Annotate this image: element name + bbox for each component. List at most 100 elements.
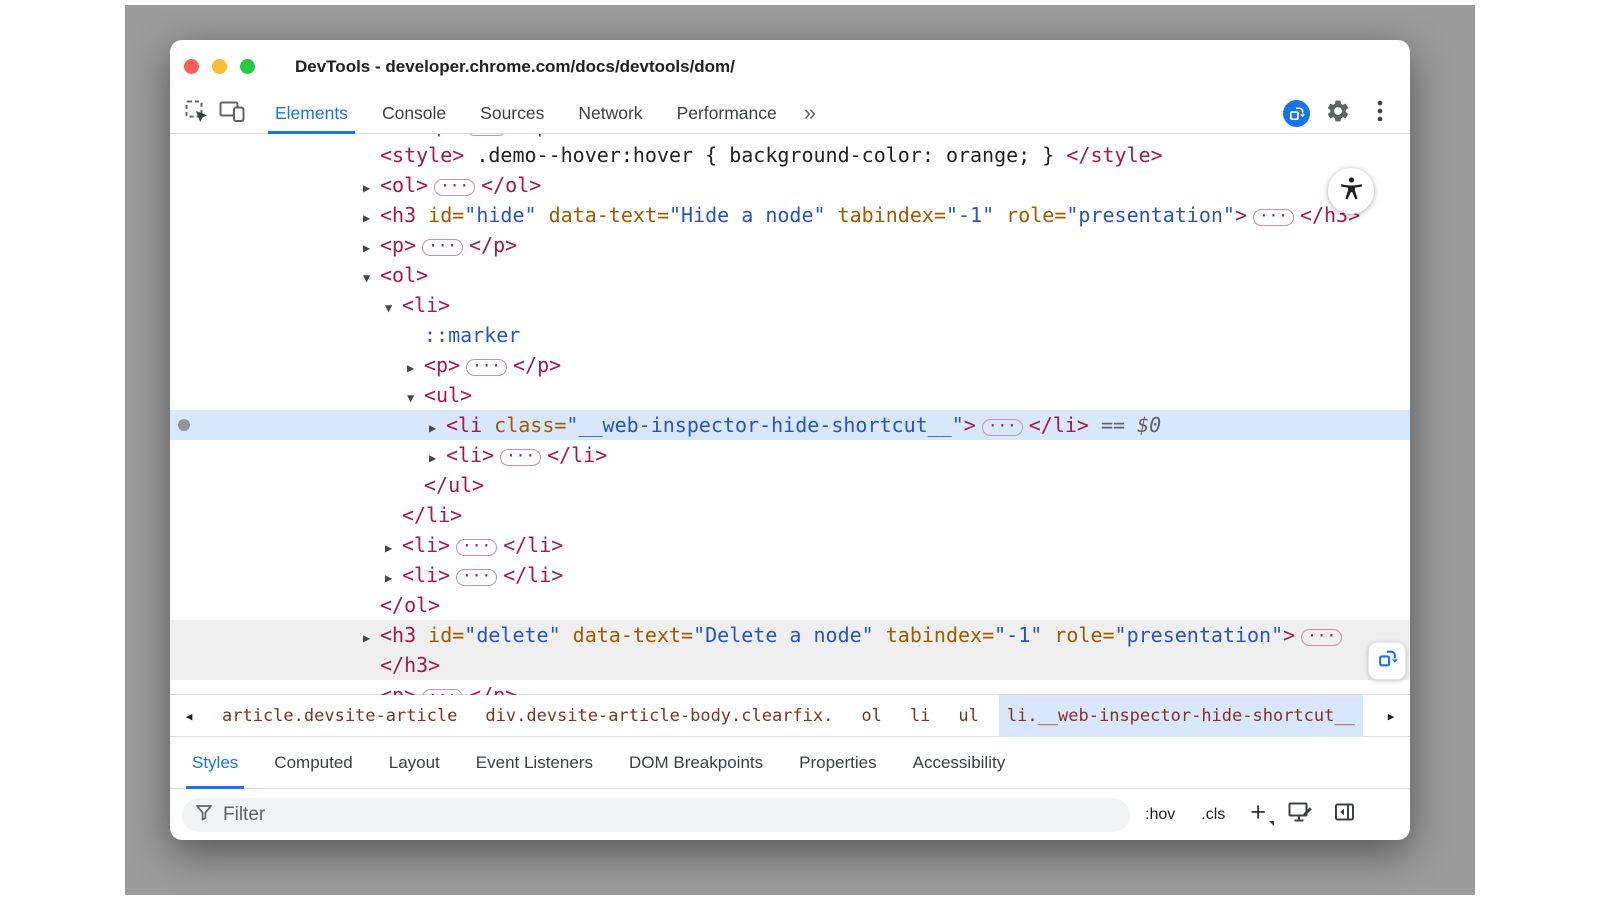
code-token: .demo--hover:hover { background-color: o… xyxy=(464,143,1066,167)
dom-tree-row[interactable]: ▼<li> xyxy=(170,290,1410,320)
dom-tree-row[interactable]: ▶<li>···</li> xyxy=(170,440,1410,470)
dom-tree-row[interactable]: </ol> xyxy=(170,590,1410,620)
ellipsis-icon[interactable]: ··· xyxy=(982,419,1023,436)
dom-tree-row[interactable]: </ul> xyxy=(170,470,1410,500)
disclosure-right-icon[interactable]: ▶ xyxy=(363,173,380,203)
close-button[interactable] xyxy=(184,59,199,74)
tab-event-listeners[interactable]: Event Listeners xyxy=(458,737,611,789)
rendering-emulation-button[interactable] xyxy=(1280,797,1320,833)
breadcrumb-item[interactable]: li.__web-inspector-hide-shortcut__ xyxy=(999,695,1363,737)
toggle-sidebar-button[interactable] xyxy=(1324,797,1364,833)
inspect-element-button[interactable] xyxy=(178,95,214,131)
scroll-into-view-fab[interactable] xyxy=(1368,642,1406,680)
settings-button[interactable] xyxy=(1320,95,1356,131)
disclosure-right-icon[interactable]: ▶ xyxy=(429,443,446,473)
disclosure-down-icon[interactable]: ▼ xyxy=(385,293,402,323)
ellipsis-icon[interactable]: ··· xyxy=(466,359,507,376)
indent-spacer xyxy=(170,401,407,402)
panel-tab-network[interactable]: Network xyxy=(561,92,659,134)
ellipsis-icon[interactable]: ··· xyxy=(1301,629,1342,646)
accessibility-person-icon xyxy=(1338,175,1365,207)
code-token: <li> xyxy=(402,533,450,557)
breadcrumb-scroll-right[interactable]: ▶ xyxy=(1372,695,1410,737)
dom-tree-row[interactable]: ▶<li>···</li> xyxy=(170,530,1410,560)
breadcrumb-item[interactable]: li xyxy=(902,695,938,737)
device-toolbar-button[interactable] xyxy=(214,95,250,131)
disclosure-down-icon[interactable]: ▼ xyxy=(363,263,380,293)
capture-arrow-icon xyxy=(1283,100,1310,127)
dom-tree-row[interactable]: ▶<p>···</p> xyxy=(170,230,1410,260)
ellipsis-icon[interactable]: ··· xyxy=(456,539,497,556)
window-title: DevTools - developer.chrome.com/docs/dev… xyxy=(295,40,735,94)
toggle-element-state-button[interactable]: :hov xyxy=(1134,806,1186,824)
element-classes-button[interactable]: .cls xyxy=(1190,806,1236,824)
tab-dom-breakpoints[interactable]: DOM Breakpoints xyxy=(611,737,781,789)
dom-tree-row[interactable]: ▶<h3 id="delete" data-text="Delete a nod… xyxy=(170,620,1410,650)
ellipsis-icon[interactable]: ··· xyxy=(456,569,497,586)
disclosure-right-icon[interactable]: ▶ xyxy=(363,233,380,263)
dom-tree-row[interactable]: ▶<p>···</p> xyxy=(170,680,1410,695)
tab-layout[interactable]: Layout xyxy=(371,737,458,789)
accessibility-fab[interactable] xyxy=(1328,168,1374,214)
dom-tree-row[interactable]: ▼<ol> xyxy=(170,260,1410,290)
disclosure-right-icon[interactable]: ▶ xyxy=(363,623,380,653)
tab-properties[interactable]: Properties xyxy=(781,737,894,789)
ellipsis-icon[interactable]: ··· xyxy=(466,134,507,136)
dom-tree-row[interactable]: ▼<ul> xyxy=(170,380,1410,410)
code-token: </ol> xyxy=(380,593,440,617)
zoom-button[interactable] xyxy=(240,59,255,74)
dom-tree-row[interactable]: </h3> xyxy=(170,650,1410,680)
ellipsis-icon[interactable]: ··· xyxy=(500,449,541,466)
panel-tab-console[interactable]: Console xyxy=(365,92,463,134)
code-token: > xyxy=(1235,203,1247,227)
indent-spacer xyxy=(170,461,429,462)
breadcrumb-item[interactable]: ul xyxy=(950,695,986,737)
dom-tree-row[interactable]: </li> xyxy=(170,500,1410,530)
ellipsis-icon[interactable]: ··· xyxy=(434,179,475,196)
disclosure-right-icon[interactable]: ▶ xyxy=(429,413,446,443)
panel-tabs: ElementsConsoleSourcesNetworkPerformance xyxy=(258,92,794,134)
dom-tree-row[interactable]: ▶<li>···</li> xyxy=(170,560,1410,590)
code-token: == $0 xyxy=(1089,413,1161,437)
panel-tab-performance[interactable]: Performance xyxy=(660,92,794,134)
panel-tab-sources[interactable]: Sources xyxy=(463,92,561,134)
dom-tree-row[interactable]: ▶<h3 id="hide" data-text="Hide a node" t… xyxy=(170,200,1410,230)
dom-tree-row[interactable]: <style> .demo--hover:hover { background-… xyxy=(170,140,1410,170)
dom-tree-row[interactable]: ▶<ol>···</ol> xyxy=(170,170,1410,200)
filter-input[interactable] xyxy=(223,804,1118,826)
tab-computed[interactable]: Computed xyxy=(256,737,370,789)
minimize-button[interactable] xyxy=(212,59,227,74)
dom-tree-row[interactable]: ▶<p>···</p> xyxy=(170,350,1410,380)
disclosure-right-icon[interactable]: ▶ xyxy=(407,353,424,383)
disclosure-down-icon[interactable]: ▼ xyxy=(407,383,424,413)
code-token: <li> xyxy=(402,563,450,587)
indent-spacer xyxy=(170,371,407,372)
tab-accessibility[interactable]: Accessibility xyxy=(895,737,1024,789)
tab-styles[interactable]: Styles xyxy=(174,737,256,789)
device-posture-button[interactable] xyxy=(1278,95,1314,131)
breadcrumb-item[interactable]: div.devsite-article-body.clearfix. xyxy=(477,695,841,737)
monitor-pen-icon xyxy=(1287,800,1314,829)
panel-tab-elements[interactable]: Elements xyxy=(258,92,365,134)
code-token: "presentation" xyxy=(1066,203,1235,227)
more-options-button[interactable] xyxy=(1362,95,1398,131)
breadcrumb-scroll-left[interactable]: ◀ xyxy=(170,695,208,737)
disclosure-right-icon[interactable]: ▶ xyxy=(363,203,380,233)
triangle-right-icon: ▶ xyxy=(1388,710,1395,723)
ellipsis-icon[interactable]: ··· xyxy=(422,689,463,695)
more-panels-button[interactable]: » xyxy=(794,93,826,133)
dom-tree-row[interactable]: ::marker xyxy=(170,320,1410,350)
dom-tree-row[interactable]: ▶<li class="__web-inspector-hide-shortcu… xyxy=(170,410,1410,440)
new-style-rule-button[interactable]: + xyxy=(1240,797,1276,828)
breadcrumb-item[interactable]: article.devsite-article xyxy=(214,695,465,737)
disclosure-right-icon[interactable]: ▶ xyxy=(385,533,402,563)
breadcrumb-item[interactable]: ol xyxy=(853,695,889,737)
indent-spacer xyxy=(170,251,363,252)
ellipsis-icon[interactable]: ··· xyxy=(1253,209,1294,226)
ellipsis-icon[interactable]: ··· xyxy=(422,239,463,256)
disclosure-right-icon[interactable]: ▶ xyxy=(385,563,402,593)
code-token: <p> xyxy=(424,353,460,377)
code-token: "__web-inspector-hide-shortcut__" xyxy=(566,413,963,437)
disclosure-right-icon[interactable]: ▶ xyxy=(363,683,380,695)
styles-filter-bar: :hov .cls + xyxy=(170,789,1410,840)
